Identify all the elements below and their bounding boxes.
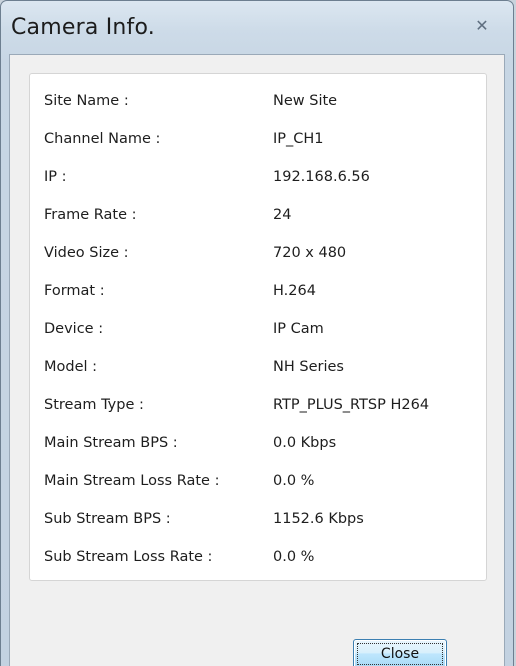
info-row-main-stream-loss-rate: Main Stream Loss Rate : 0.0 % [30,469,486,493]
info-value: IP Cam [273,321,324,337]
close-icon[interactable]: ✕ [471,15,493,37]
info-label: Sub Stream BPS : [44,511,171,527]
info-row-sub-stream-bps: Sub Stream BPS : 1152.6 Kbps [30,507,486,531]
info-row-model: Model : NH Series [30,355,486,379]
info-row-device: Device : IP Cam [30,317,486,341]
info-panel: Site Name : New Site Channel Name : IP_C… [29,73,487,581]
info-row-channel-name: Channel Name : IP_CH1 [30,127,486,151]
info-row-ip: IP : 192.168.6.56 [30,165,486,189]
info-row-sub-stream-loss-rate: Sub Stream Loss Rate : 0.0 % [30,545,486,569]
info-label: Sub Stream Loss Rate : [44,549,213,565]
close-button[interactable]: Close [353,639,447,666]
info-row-format: Format : H.264 [30,279,486,303]
info-row-frame-rate: Frame Rate : 24 [30,203,486,227]
info-label: Main Stream Loss Rate : [44,473,220,489]
info-row-stream-type: Stream Type : RTP_PLUS_RTSP H264 [30,393,486,417]
info-value: 0.0 Kbps [273,435,337,451]
focus-rectangle [357,643,443,665]
info-value: New Site [273,93,338,109]
info-label: Main Stream BPS : [44,435,178,451]
dialog-client-area: Site Name : New Site Channel Name : IP_C… [9,54,505,666]
info-label: Video Size : [44,245,129,261]
info-label: Device : [44,321,104,337]
dialog-title: Camera Info. [11,15,155,40]
info-value: NH Series [273,359,344,375]
info-label: Frame Rate : [44,207,137,223]
info-value: H.264 [273,283,316,299]
info-label: IP : [44,169,67,185]
info-value: 720 x 480 [273,245,347,261]
info-value: 1152.6 Kbps [273,511,364,527]
info-value: 0.0 % [273,473,315,489]
info-row-site-name: Site Name : New Site [30,89,486,113]
info-label: Site Name : [44,93,129,109]
info-value: 192.168.6.56 [273,169,370,185]
camera-info-dialog: Camera Info. ✕ Site Name : New Site Chan… [0,0,514,666]
info-label: Channel Name : [44,131,161,147]
info-value: IP_CH1 [273,131,324,147]
info-value: RTP_PLUS_RTSP H264 [273,397,430,413]
info-label: Model : [44,359,98,375]
info-value: 24 [273,207,292,223]
info-value: 0.0 % [273,549,315,565]
info-row-main-stream-bps: Main Stream BPS : 0.0 Kbps [30,431,486,455]
info-row-video-size: Video Size : 720 x 480 [30,241,486,265]
info-label: Format : [44,283,105,299]
info-label: Stream Type : [44,397,144,413]
